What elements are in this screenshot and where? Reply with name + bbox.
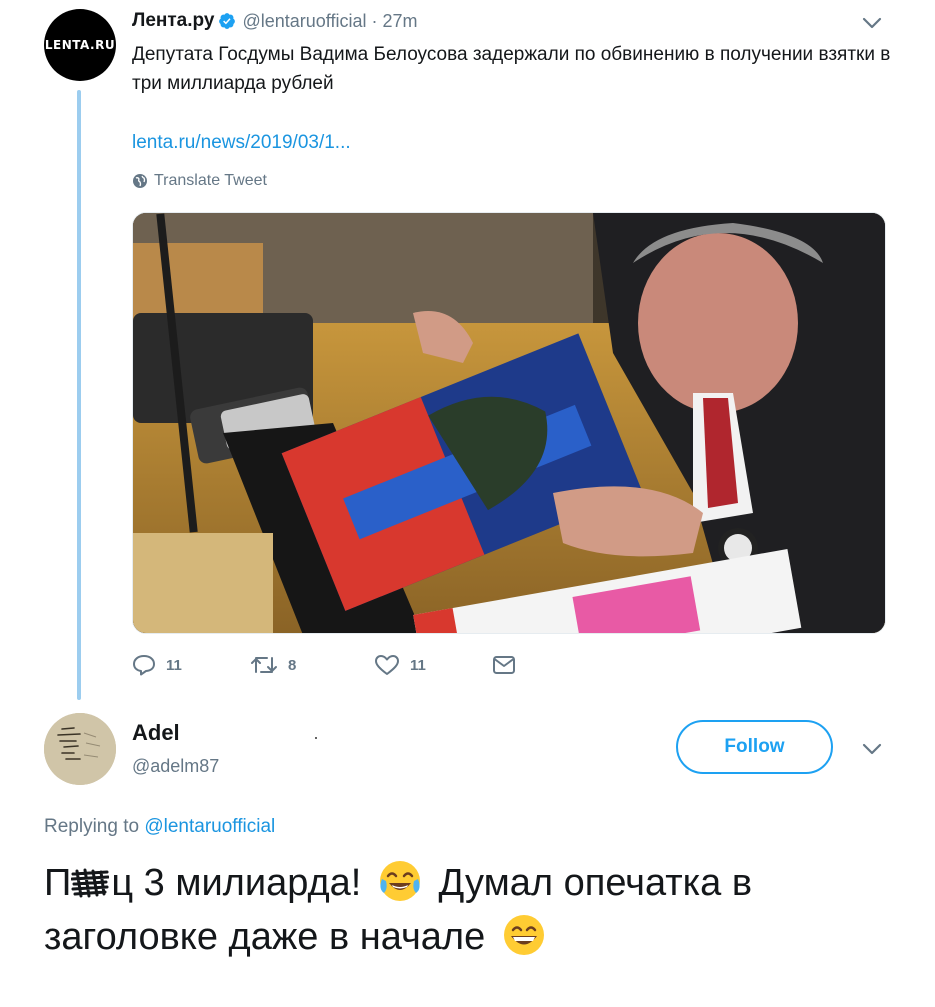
- direct-message-button[interactable]: [492, 655, 516, 675]
- replying-to: Replying to @lentaruofficial: [44, 816, 275, 838]
- grinning-face-with-smiling-eyes-icon: [503, 915, 544, 955]
- reply-icon: [133, 655, 155, 676]
- replying-prefix: Replying to: [44, 816, 140, 837]
- reply-button[interactable]: 11: [132, 654, 250, 676]
- follow-button[interactable]: Follow: [676, 720, 833, 774]
- author-avatar[interactable]: LENTA.RU: [44, 9, 116, 81]
- reply-author-handle[interactable]: @adelm87: [132, 756, 219, 777]
- heart-icon: [375, 655, 399, 675]
- chevron-down-icon[interactable]: [862, 16, 882, 30]
- reply-count: 11: [166, 656, 182, 674]
- translate-label: Translate Tweet: [154, 172, 267, 189]
- tweet-actions: 11 8 11: [132, 654, 516, 676]
- globe-icon: [133, 174, 147, 188]
- like-count: 11: [410, 656, 426, 674]
- translate-tweet-button[interactable]: Translate Tweet: [132, 172, 267, 190]
- image-speck: [315, 737, 317, 739]
- reply-first-letter: П: [44, 862, 72, 904]
- verified-badge-icon: [219, 13, 236, 29]
- tweet-photo[interactable]: [132, 212, 886, 634]
- retweet-count: 8: [288, 656, 297, 674]
- envelope-icon: [493, 656, 515, 674]
- thread-line: [77, 90, 81, 700]
- reply-author-avatar[interactable]: [44, 713, 116, 785]
- replying-mention[interactable]: @lentaruofficial: [144, 816, 275, 837]
- reply-text: П ц 3 милиарда! Думал опечатка в заголов…: [44, 856, 904, 964]
- photo-illustration: [133, 213, 885, 633]
- retweet-icon: [251, 657, 277, 673]
- face-with-tears-of-joy-icon: [379, 861, 420, 901]
- tweet-timestamp[interactable]: 27m: [382, 11, 417, 32]
- tweet-header: Лента.ру @lentaruofficial · 27m: [132, 10, 417, 32]
- avatar-image: [44, 713, 116, 785]
- chevron-down-icon[interactable]: [862, 742, 882, 756]
- tweet-link[interactable]: lenta.ru/news/2019/03/1...: [132, 132, 351, 154]
- like-button[interactable]: 11: [374, 654, 492, 676]
- retweet-button[interactable]: 8: [250, 654, 374, 676]
- reply-text-part1: ц 3 милиарда!: [111, 862, 362, 904]
- author-handle[interactable]: @lentaruofficial: [242, 11, 366, 32]
- author-name[interactable]: Лента.ру: [132, 10, 214, 32]
- avatar-logo-text: LENTA.RU: [44, 38, 116, 52]
- separator-dot: ·: [371, 10, 378, 31]
- censor-scribble-icon: [71, 868, 110, 898]
- reply-author-name[interactable]: Adel: [132, 720, 180, 746]
- tweet-text: Депутата Госдумы Вадима Белоусова задерж…: [132, 44, 891, 94]
